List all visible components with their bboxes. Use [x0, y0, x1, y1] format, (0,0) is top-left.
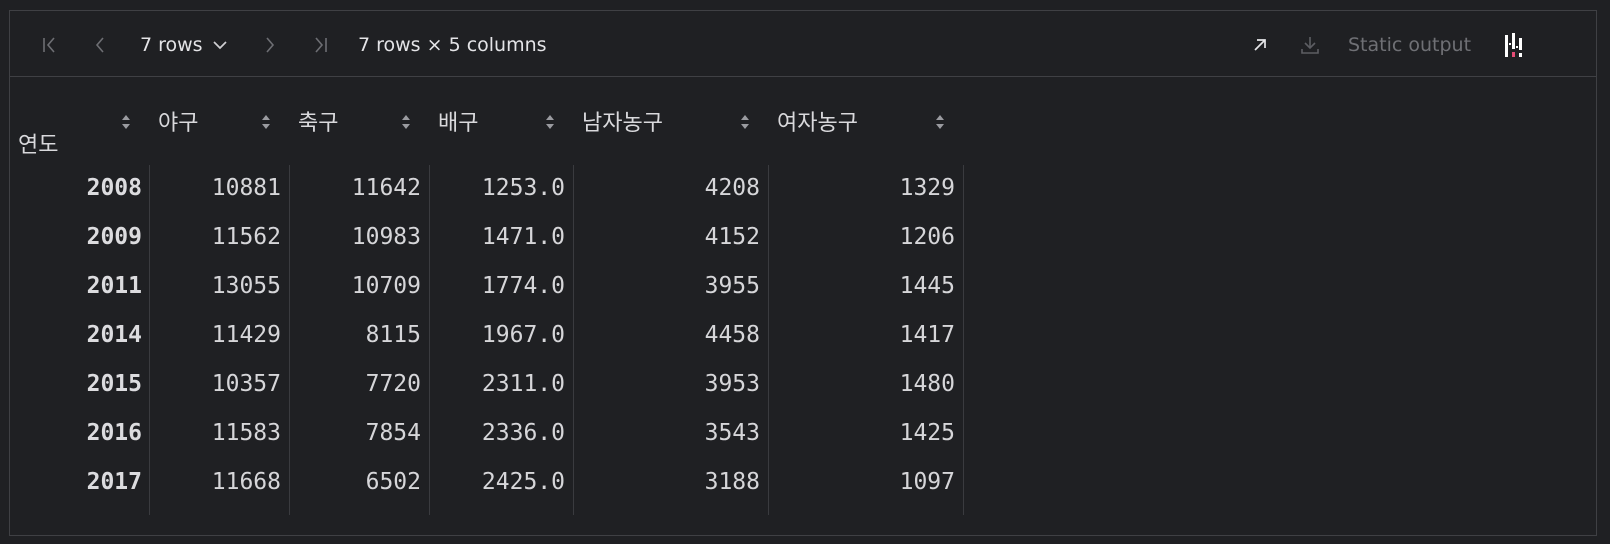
table-cell: 1480 — [899, 371, 955, 397]
table-cell: 11429 — [211, 322, 281, 348]
table-row: 2017 11668 6502 2425.0 3188 1097 — [10, 458, 970, 507]
row-index: 2008 — [86, 175, 142, 201]
table-row: 2011 13055 10709 1774.0 3955 1445 — [10, 262, 970, 311]
table-cell: 1774.0 — [481, 273, 565, 299]
table-cell: 6502 — [365, 469, 421, 495]
table-cell: 10709 — [351, 273, 421, 299]
table-cell: 11642 — [351, 175, 421, 201]
table-cell: 4458 — [704, 322, 760, 348]
column-header[interactable]: 야구 — [158, 101, 198, 141]
plotly-logo-icon — [1502, 33, 1526, 57]
table-row: 2014 11429 8115 1967.0 4458 1417 — [10, 311, 970, 360]
index-column-header: 연도 — [18, 133, 59, 158]
table-cell: 1967.0 — [481, 322, 565, 348]
row-index: 2015 — [86, 371, 142, 397]
first-page-icon[interactable] — [38, 33, 62, 57]
rows-per-page-select[interactable]: 7 rows — [140, 33, 229, 57]
table-cell: 3955 — [704, 273, 760, 299]
table-cell: 8115 — [365, 322, 421, 348]
download-icon[interactable] — [1298, 33, 1322, 57]
table-cell: 2311.0 — [481, 371, 565, 397]
table-cell: 4208 — [704, 175, 760, 201]
table-cell: 11668 — [211, 469, 281, 495]
sort-icon[interactable] — [934, 114, 946, 130]
column-header[interactable]: 여자농구 — [777, 101, 858, 141]
column-header[interactable]: 축구 — [298, 101, 338, 141]
sort-icon[interactable] — [739, 114, 751, 130]
chevron-left-icon[interactable] — [88, 33, 112, 57]
row-index: 2009 — [86, 224, 142, 250]
sort-icon[interactable] — [120, 114, 132, 130]
table-cell: 10881 — [211, 175, 281, 201]
table-cell: 7720 — [365, 371, 421, 397]
table-row: 2015 10357 7720 2311.0 3953 1480 — [10, 360, 970, 409]
dataframe-output: 7 rows 7 rows × 5 columns Static output … — [9, 10, 1597, 536]
table-cell: 4152 — [704, 224, 760, 250]
table-cell: 3543 — [704, 420, 760, 446]
table-cell: 10983 — [351, 224, 421, 250]
chevron-right-icon[interactable] — [258, 33, 282, 57]
chevron-down-icon — [211, 36, 229, 54]
table-cell: 3953 — [704, 371, 760, 397]
rows-per-page-label: 7 rows — [140, 34, 203, 56]
row-index: 2016 — [86, 420, 142, 446]
table-row: 2016 11583 7854 2336.0 3543 1425 — [10, 409, 970, 458]
table-row: 2009 11562 10983 1471.0 4152 1206 — [10, 213, 970, 262]
table-cell: 10357 — [211, 371, 281, 397]
sort-icon[interactable] — [400, 114, 412, 130]
table-cell: 1097 — [899, 469, 955, 495]
sort-icon[interactable] — [544, 114, 556, 130]
column-header[interactable]: 배구 — [438, 101, 478, 141]
dataframe-toolbar: 7 rows 7 rows × 5 columns Static output — [10, 11, 1596, 77]
table-cell: 1206 — [899, 224, 955, 250]
table-cell: 1329 — [899, 175, 955, 201]
column-header[interactable]: 남자농구 — [582, 101, 663, 141]
table-cell: 11562 — [211, 224, 281, 250]
expand-arrow-icon[interactable] — [1248, 33, 1272, 57]
last-page-icon[interactable] — [308, 33, 332, 57]
row-index: 2014 — [86, 322, 142, 348]
static-output-toggle[interactable]: Static output — [1348, 33, 1471, 57]
table-cell: 1253.0 — [481, 175, 565, 201]
sort-icon[interactable] — [260, 114, 272, 130]
row-index: 2011 — [86, 273, 142, 299]
row-index: 2017 — [86, 469, 142, 495]
table-cell: 1471.0 — [481, 224, 565, 250]
table-cell: 3188 — [704, 469, 760, 495]
table-cell: 13055 — [211, 273, 281, 299]
table-cell: 7854 — [365, 420, 421, 446]
dimensions-label: 7 rows × 5 columns — [358, 34, 547, 56]
table-cell: 1417 — [899, 322, 955, 348]
table-cell: 11583 — [211, 420, 281, 446]
table-row: 2008 10881 11642 1253.0 4208 1329 — [10, 164, 970, 213]
table-cell: 2425.0 — [481, 469, 565, 495]
table-cell: 1425 — [899, 420, 955, 446]
table-cell: 1445 — [899, 273, 955, 299]
table-cell: 2336.0 — [481, 420, 565, 446]
